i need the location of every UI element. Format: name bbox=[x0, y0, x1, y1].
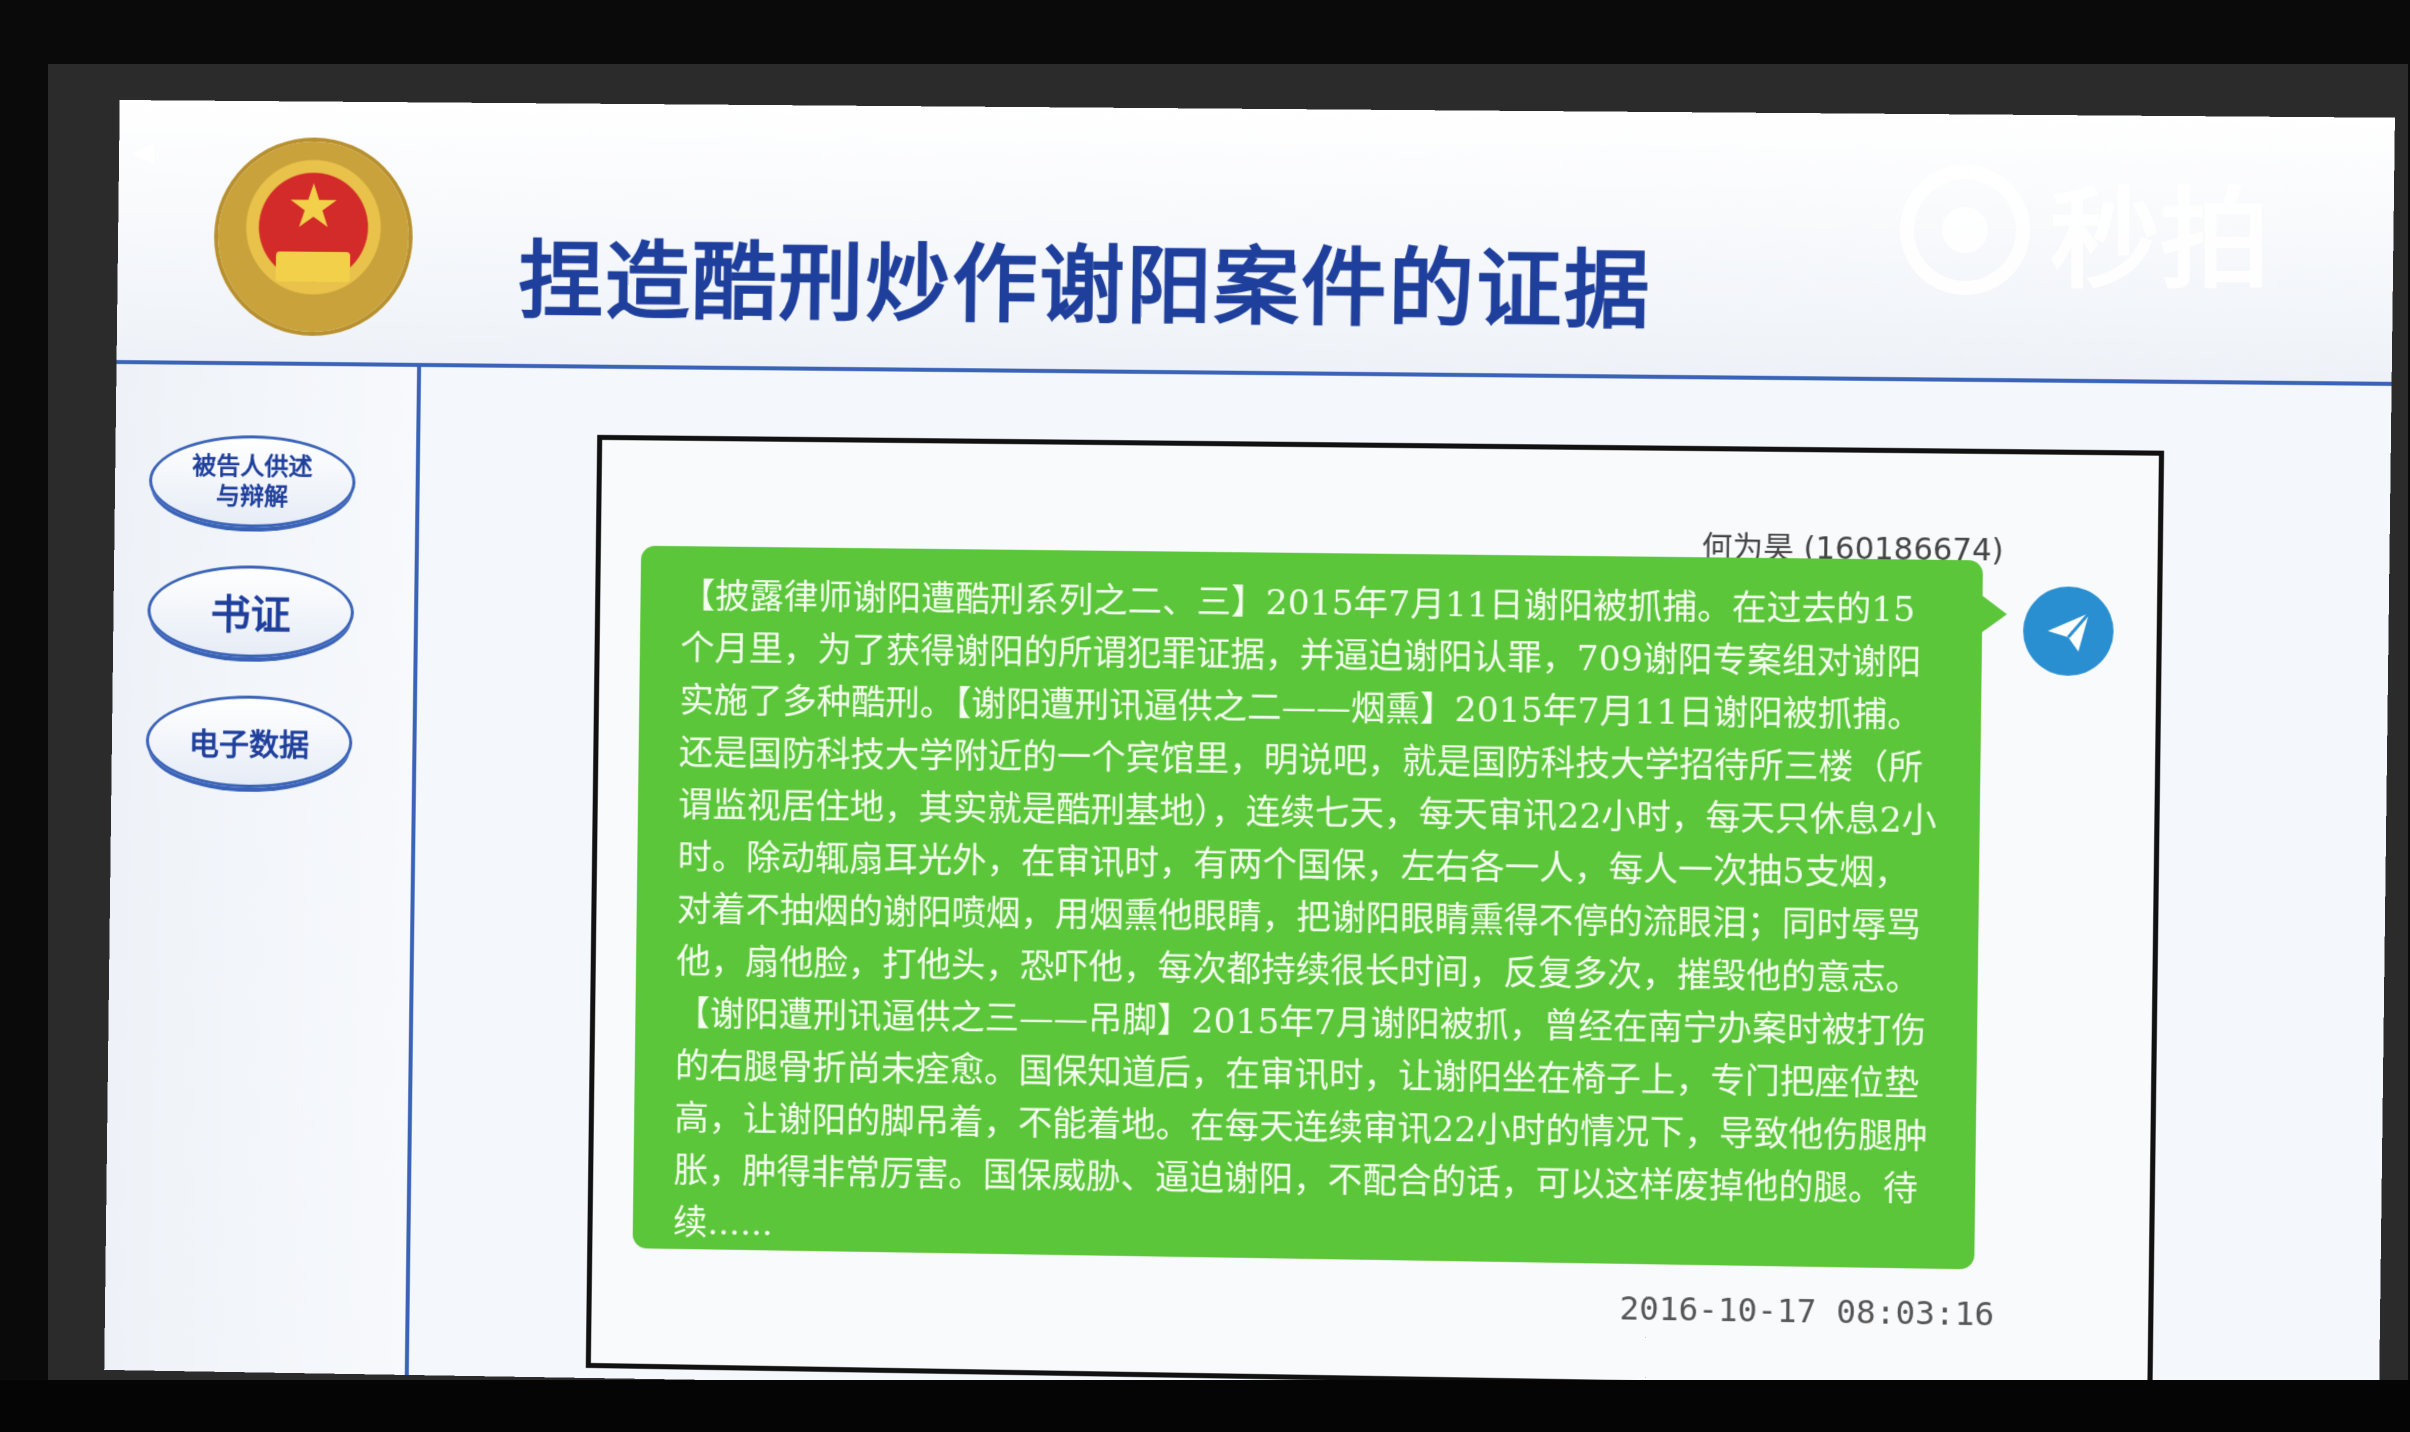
pointer-icon bbox=[132, 144, 154, 164]
message-bubble: 【披露律师谢阳遭酷刑系列之二、三】2015年7月11日谢阳被抓捕。在过去的15个… bbox=[632, 545, 1983, 1270]
sidebar-item-label: 电子数据 bbox=[188, 726, 310, 764]
bubble-tail bbox=[1982, 595, 2008, 633]
star-icon: ★ bbox=[286, 171, 342, 242]
sidebar: 被告人供述 与辩解 书证 电子数据 bbox=[104, 364, 422, 1375]
chat-screenshot-frame: 何为昊 (160186674) 【披露律师谢阳遭酷刑系列之二、三】2015年7月… bbox=[585, 434, 2165, 1394]
sidebar-item-label: 书证 bbox=[210, 592, 291, 640]
gate-icon bbox=[275, 251, 351, 283]
sidebar-item-documentary-evidence[interactable]: 书证 bbox=[146, 564, 355, 659]
message-timestamp: 2016-10-17 08:03:16 bbox=[1619, 1289, 1995, 1334]
camera-logo-icon bbox=[1900, 165, 2030, 295]
sidebar-item-defendant-statement[interactable]: 被告人供述 与辩解 bbox=[148, 434, 357, 529]
watermark-label: 秒拍 bbox=[2050, 176, 2270, 304]
procuratorate-emblem-icon: ★ bbox=[216, 140, 410, 333]
miaopai-watermark: 秒拍 bbox=[1900, 150, 2270, 310]
screen-bottom-edge bbox=[0, 1380, 2410, 1432]
slide-title: 捏造酷刑炒作谢阳案件的证据 bbox=[518, 231, 1653, 341]
paper-plane-avatar-icon bbox=[2022, 586, 2115, 677]
sidebar-item-label: 被告人供述 与辩解 bbox=[192, 451, 313, 511]
sidebar-item-electronic-data[interactable]: 电子数据 bbox=[145, 694, 353, 790]
